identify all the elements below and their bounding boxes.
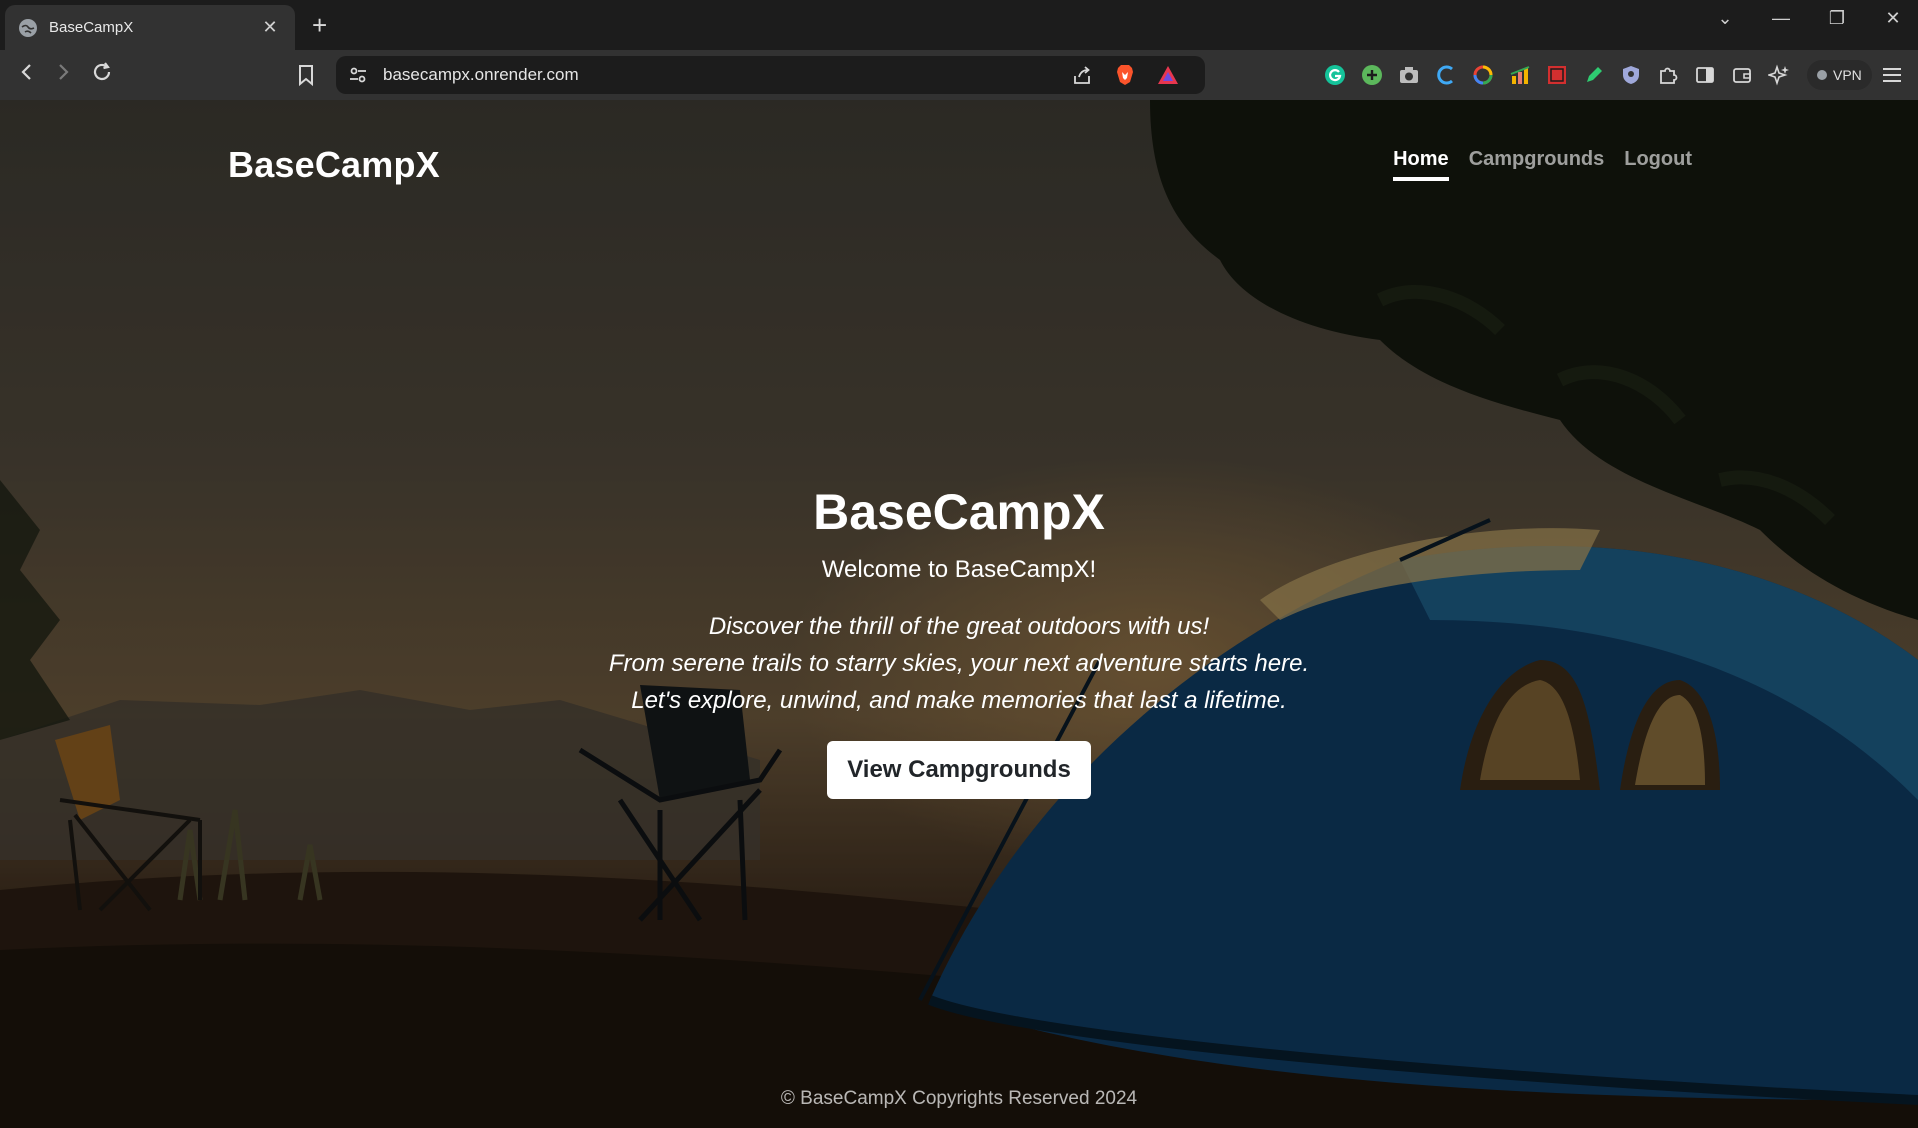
globe-icon [19,18,37,37]
extension-chart-icon[interactable] [1507,62,1533,88]
camera-icon[interactable] [1396,62,1422,88]
back-icon[interactable] [13,61,41,89]
window-controls: ⌄ — ❐ ✕ [1710,8,1908,29]
extensions-puzzle-icon[interactable] [1655,62,1681,88]
address-bar[interactable]: basecampx.onrender.com [336,56,1205,94]
forward-icon[interactable] [49,61,77,89]
browser-toolbar: basecampx.onrender.com VPN [0,50,1918,100]
close-window-icon[interactable]: ✕ [1878,8,1908,29]
hero-lead: Discover the thrill of the great outdoor… [0,608,1918,719]
url-text: basecampx.onrender.com [383,65,579,84]
nav-campgrounds[interactable]: Campgrounds [1469,148,1605,181]
menu-icon[interactable] [1880,63,1904,87]
extension-pen-icon[interactable] [1581,62,1607,88]
sidebar-icon[interactable] [1692,62,1718,88]
extension-c-icon[interactable] [1433,62,1459,88]
hero-section: BaseCampX Welcome to BaseCampX! Discover… [0,480,1918,799]
page-content: BaseCampX Home Campgrounds Logout BaseCa… [0,100,1918,1128]
brave-shields-icon[interactable] [1113,63,1137,87]
site-settings-icon[interactable] [348,65,368,85]
vpn-label: VPN [1833,67,1862,83]
vpn-status-icon [1817,70,1827,80]
extension-plus-icon[interactable] [1359,62,1385,88]
browser-tab[interactable]: BaseCampX ✕ [5,5,295,50]
minimize-icon[interactable]: — [1766,8,1796,29]
site-footer: © BaseCampX Copyrights Reserved 2024 [780,1088,1138,1109]
browser-tabstrip: BaseCampX ✕ + ⌄ — ❐ ✕ [0,0,1918,50]
view-campgrounds-button[interactable]: View Campgrounds [827,741,1091,799]
close-tab-icon[interactable]: ✕ [259,17,281,38]
grammarly-icon[interactable] [1322,62,1348,88]
extension-color-icon[interactable] [1470,62,1496,88]
bookmark-icon[interactable] [294,63,318,87]
hero-welcome: Welcome to BaseCampX! [821,556,1097,583]
new-tab-button[interactable]: + [312,10,327,40]
hero-line: Discover the thrill of the great outdoor… [708,613,1210,640]
reload-icon[interactable] [88,61,116,90]
extension-red-icon[interactable] [1544,62,1570,88]
hero-line: Let's explore, unwind, and make memories… [631,687,1287,714]
restore-icon[interactable]: ❐ [1822,8,1852,29]
nav-home[interactable]: Home [1393,148,1449,181]
site-brand[interactable]: BaseCampX [228,144,440,186]
share-icon[interactable] [1071,64,1093,86]
wallet-icon[interactable] [1729,62,1755,88]
tab-title: BaseCampX [49,19,134,36]
hero-line: From serene trails to starry skies, your… [608,650,1310,677]
vpn-button[interactable]: VPN [1807,60,1872,90]
brave-rewards-icon[interactable] [1156,64,1180,86]
leo-ai-icon[interactable] [1766,62,1792,88]
nav-logout[interactable]: Logout [1624,148,1692,181]
hero-title: BaseCampX [813,484,1105,540]
tab-search-chevron-icon[interactable]: ⌄ [1710,8,1740,29]
extensions-bar [1322,62,1792,88]
site-nav: Home Campgrounds Logout [1393,148,1692,181]
extension-shield-icon[interactable] [1618,62,1644,88]
